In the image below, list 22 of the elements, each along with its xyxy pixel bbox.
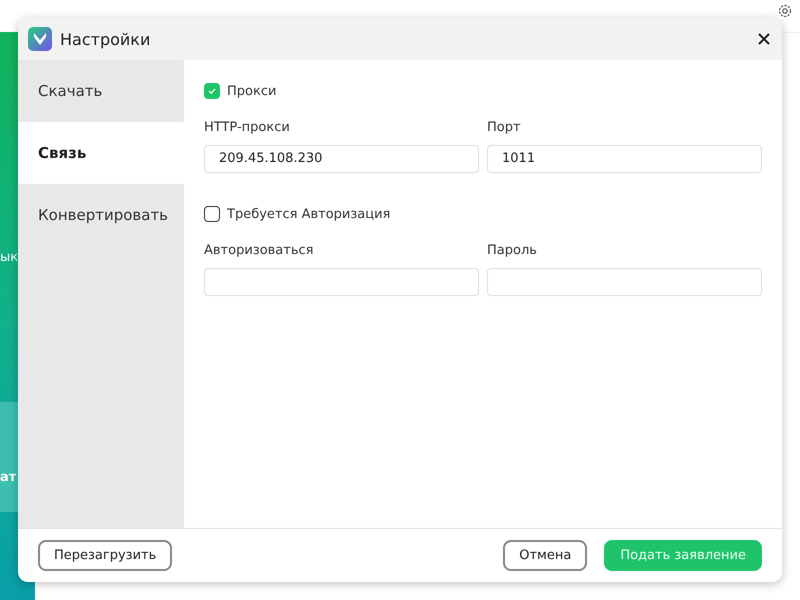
input-field[interactable] [487, 268, 762, 296]
field-label: Авторизоваться [204, 243, 314, 258]
field-label: HTTP-прокси [204, 120, 291, 135]
check-icon [207, 86, 217, 96]
checkbox-label: Требуется Авторизация [227, 206, 390, 222]
close-icon[interactable] [758, 33, 770, 45]
cancel-button[interactable]: Отмена [503, 540, 588, 571]
reset-button[interactable]: Перезагрузить [38, 540, 172, 571]
input-field[interactable]: 1011 [487, 145, 762, 173]
checkbox[interactable] [204, 206, 220, 222]
sidebar-tab[interactable]: Связь [18, 122, 184, 184]
sidebar-tab[interactable]: Конвертировать [18, 184, 184, 246]
input-field[interactable] [204, 268, 479, 296]
app-logo-icon [28, 27, 52, 51]
window-title: Настройки [60, 30, 152, 48]
field-label: Пароль [487, 243, 538, 258]
sidebar-tab[interactable]: Скачать [18, 60, 184, 122]
field-label: Порт [487, 120, 522, 135]
settings-icon[interactable] [777, 3, 793, 19]
checkbox-label: Прокси [227, 84, 276, 98]
input-field[interactable]: 209.45.108.230 [204, 145, 479, 173]
checkbox[interactable] [204, 83, 220, 99]
